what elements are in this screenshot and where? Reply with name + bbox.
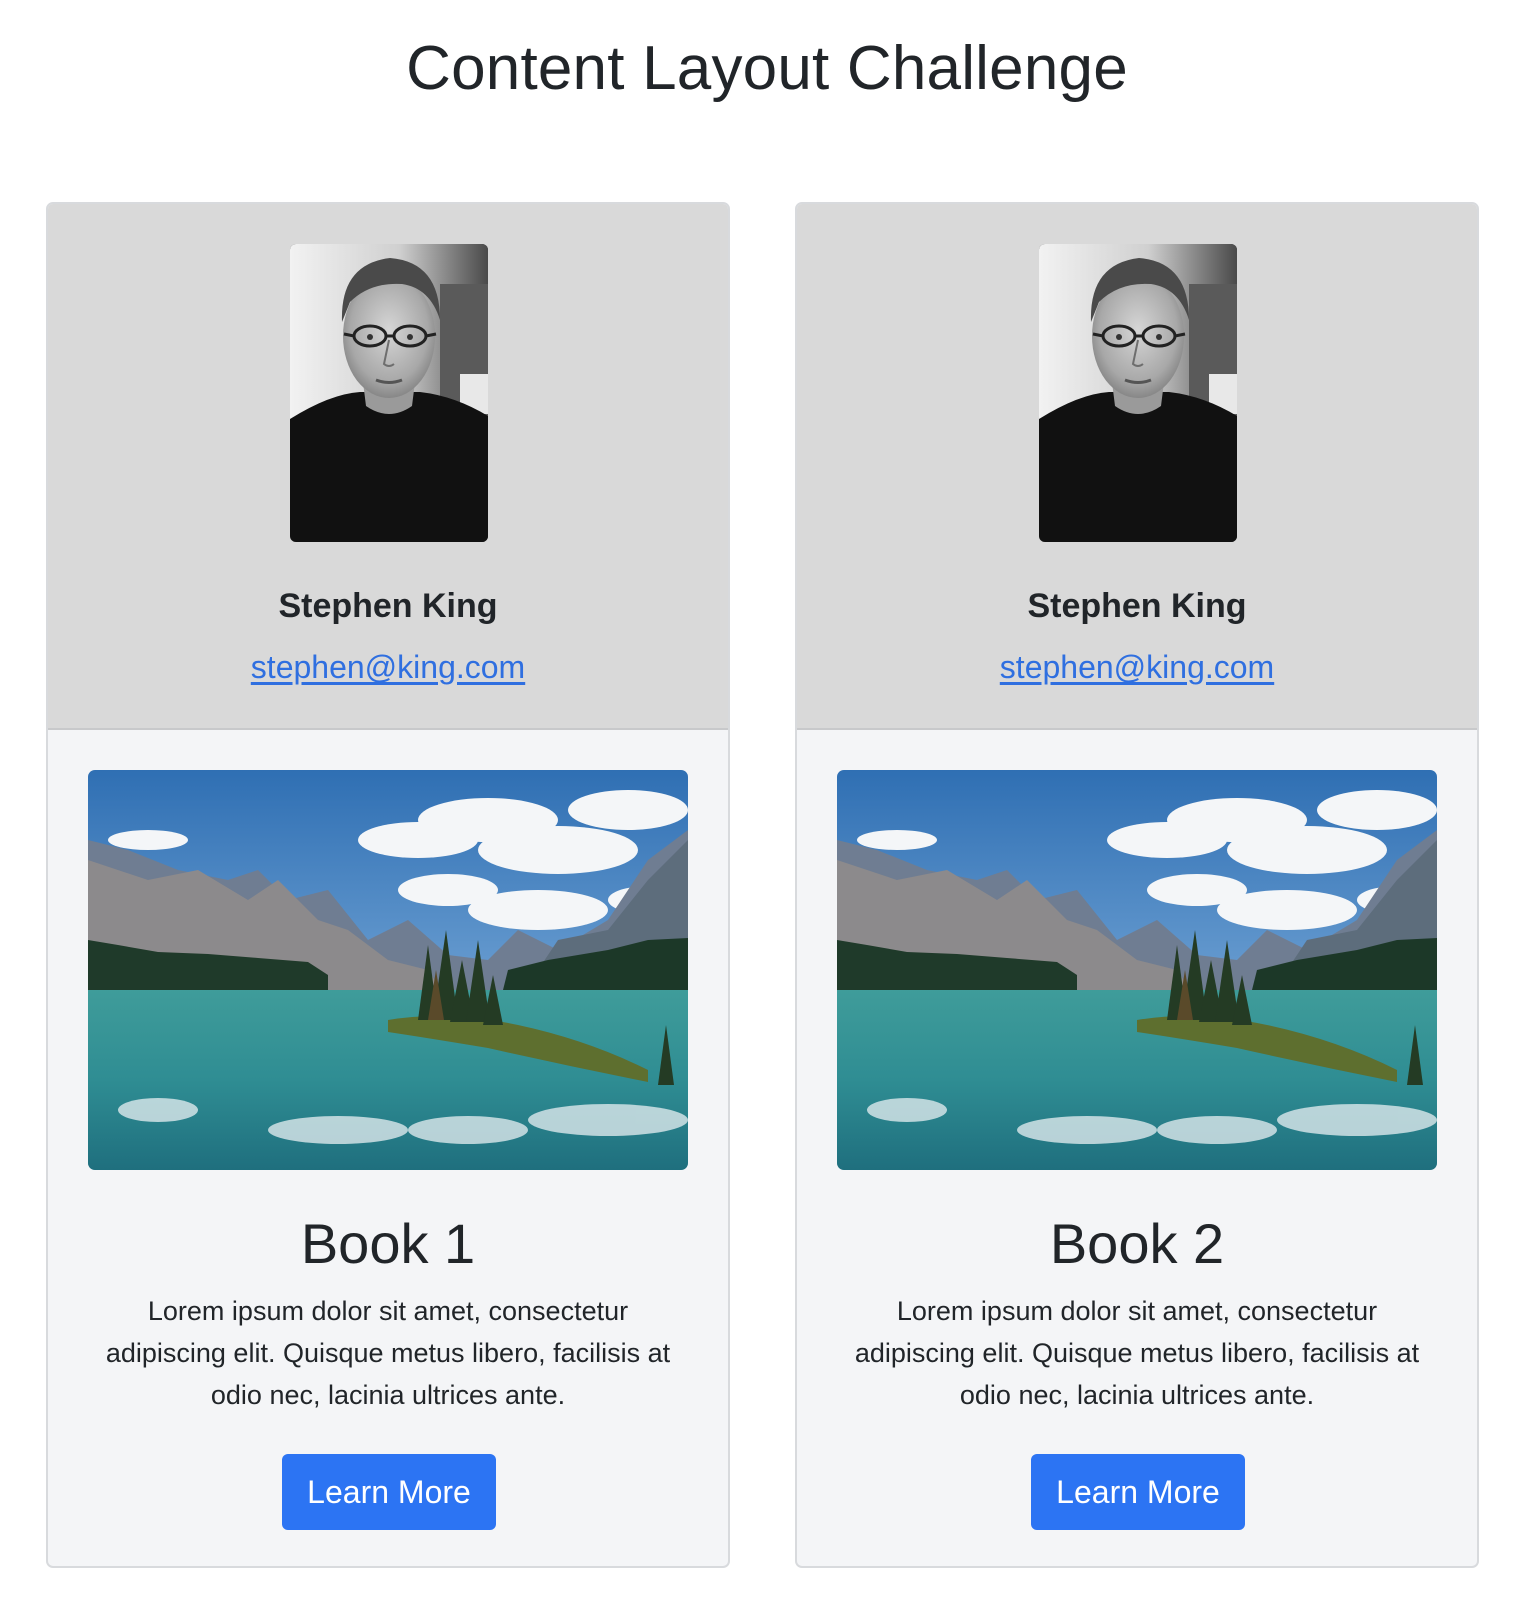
learn-more-button[interactable]: Learn More xyxy=(1031,1454,1245,1530)
learn-more-button[interactable]: Learn More xyxy=(282,1454,496,1530)
portrait-photo-icon xyxy=(290,244,488,542)
author-email-wrapper: stephen@king.com xyxy=(797,644,1477,690)
author-header: Stephen King stephen@king.com xyxy=(48,204,728,730)
book-description: Lorem ipsum dolor sit amet, consectetur … xyxy=(854,1296,1420,1410)
author-email-wrapper: stephen@king.com xyxy=(48,644,728,690)
author-email-link[interactable]: stephen@king.com xyxy=(1000,649,1274,685)
author-name: Stephen King xyxy=(278,587,498,625)
portrait-photo-icon xyxy=(1039,244,1237,542)
page-title: Content Layout Challenge xyxy=(406,34,1128,103)
book-description: Lorem ipsum dolor sit amet, consectetur … xyxy=(105,1296,671,1410)
book-title: Book 1 xyxy=(300,1212,476,1275)
author-photo xyxy=(290,244,488,542)
author-header: Stephen King stephen@king.com xyxy=(797,204,1477,730)
mountain-lake-photo-icon xyxy=(88,770,688,1170)
author-book-card: Stephen King stephen@king.com Book 1 Lor… xyxy=(46,202,730,1568)
author-email-link[interactable]: stephen@king.com xyxy=(251,649,525,685)
book-image xyxy=(88,770,688,1170)
author-name: Stephen King xyxy=(1027,587,1247,625)
book-title: Book 2 xyxy=(1049,1212,1225,1275)
author-book-card: Stephen King stephen@king.com Book 2 Lor… xyxy=(795,202,1479,1568)
author-photo xyxy=(1039,244,1237,542)
mountain-lake-photo-icon xyxy=(837,770,1437,1170)
book-image xyxy=(837,770,1437,1170)
